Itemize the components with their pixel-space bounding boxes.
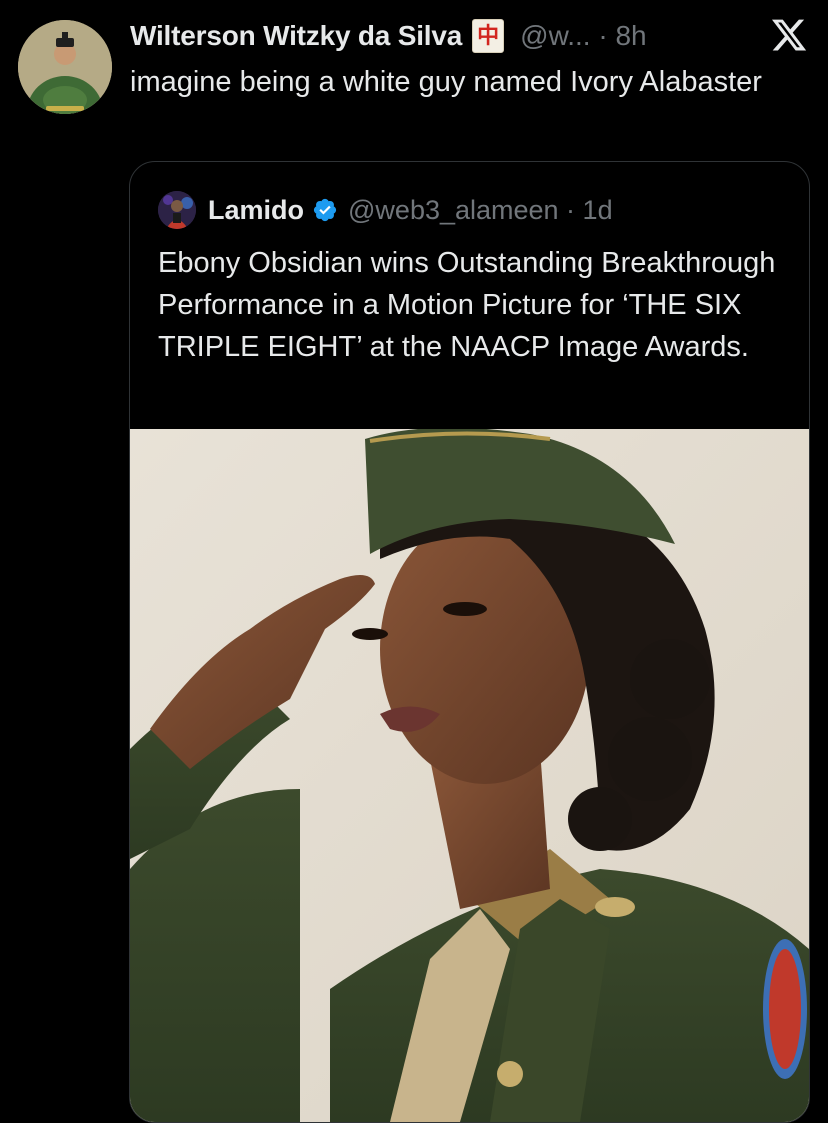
tweet-text: imagine being a white guy named Ivory Al… xyxy=(130,66,762,98)
quoted-tweet-text: Ebony Obsidian wins Outstanding Breakthr… xyxy=(158,247,776,363)
tweet[interactable]: Wilterson Witzky da Silva 中 @w... · 8h i… xyxy=(0,0,828,1123)
quoted-tweet-card[interactable]: Lamido @web3_alameen · 1d Ebony Obsidian… xyxy=(129,161,810,1123)
quoted-author-avatar[interactable] xyxy=(158,191,196,229)
x-logo-icon[interactable] xyxy=(770,16,808,54)
tweet-header: Wilterson Witzky da Silva 中 @w... · 8h xyxy=(130,14,647,58)
author-name[interactable]: Wilterson Witzky da Silva xyxy=(130,20,462,52)
quoted-author-name[interactable]: Lamido xyxy=(208,195,304,226)
quoted-tweet-header: Lamido @web3_alameen · 1d xyxy=(158,190,613,230)
author-avatar[interactable] xyxy=(18,20,112,114)
mahjong-red-dragon-icon: 中 xyxy=(472,19,505,53)
quoted-avatar-image xyxy=(158,191,196,229)
photo-illustration xyxy=(130,429,809,1122)
author-handle-time[interactable]: @w... · 8h xyxy=(520,20,646,52)
avatar-image xyxy=(18,20,112,114)
quoted-author-handle-time[interactable]: @web3_alameen · 1d xyxy=(348,195,613,226)
quoted-tweet-photo[interactable] xyxy=(130,429,809,1122)
verified-badge-icon xyxy=(313,198,337,222)
name-emoji-glyph: 中 xyxy=(477,23,500,48)
